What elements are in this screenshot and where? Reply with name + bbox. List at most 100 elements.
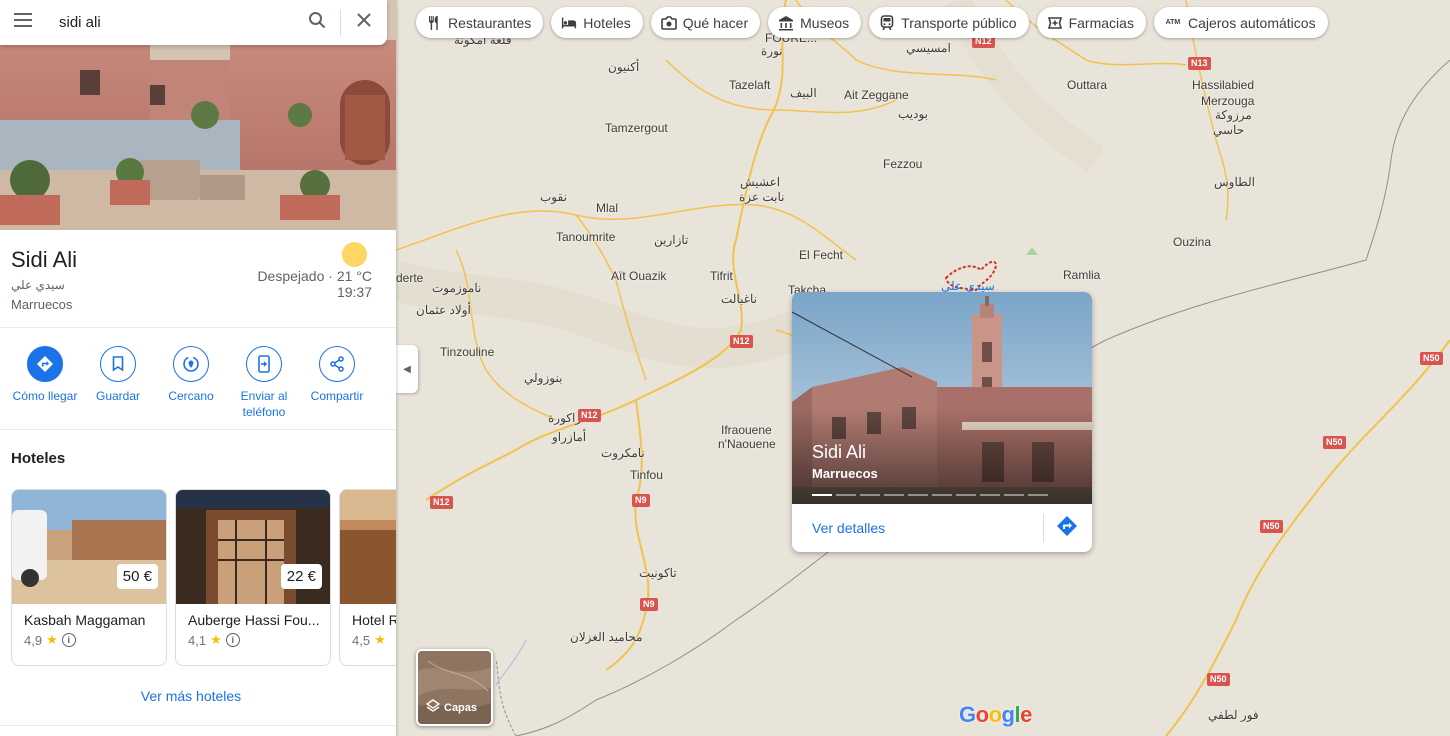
send-to-phone-action-button[interactable]: Enviar al teléfono bbox=[227, 346, 301, 420]
map-place[interactable]: Tamzergout bbox=[605, 121, 668, 135]
chip-label: Farmacias bbox=[1068, 14, 1134, 31]
map-place[interactable]: Hassilabied bbox=[1192, 78, 1254, 92]
map-place[interactable]: نابت عزة bbox=[739, 190, 785, 204]
hotel-rating: 4,1 bbox=[188, 632, 207, 648]
directions-action-button[interactable]: Cómo llegar bbox=[8, 346, 82, 404]
road-shield: N50 bbox=[1323, 436, 1346, 449]
collapse-panel-button[interactable]: ◀ bbox=[396, 345, 418, 393]
chip-atms[interactable]: ATM Cajeros automáticos bbox=[1153, 7, 1328, 38]
action-label: Guardar bbox=[95, 389, 141, 403]
road-shield: N50 bbox=[1207, 673, 1230, 686]
map-place[interactable]: فور لطفي bbox=[1208, 708, 1259, 722]
see-details-link[interactable]: Ver detalles bbox=[812, 520, 885, 536]
map-place[interactable]: derte bbox=[396, 271, 423, 285]
hotel-rating: 4,5 bbox=[352, 632, 371, 648]
map-place[interactable]: Aït Ouazik bbox=[611, 269, 666, 283]
place-preview-card[interactable]: Sidi Ali Marruecos Ver detalles bbox=[792, 292, 1092, 552]
directions-icon[interactable] bbox=[1056, 515, 1078, 542]
map-place[interactable]: بوديب bbox=[898, 107, 928, 121]
chip-things-to-do[interactable]: Qué hacer bbox=[650, 7, 761, 38]
map-place[interactable]: تازارين bbox=[654, 233, 688, 247]
camera-icon bbox=[660, 15, 677, 31]
map-place[interactable]: الطاوس bbox=[1214, 175, 1255, 189]
hamburger-menu-icon bbox=[13, 13, 33, 32]
map-place[interactable]: حاسي bbox=[1213, 123, 1244, 137]
map-place[interactable]: Tifrit bbox=[710, 269, 733, 283]
popup-footer: Ver detalles bbox=[792, 504, 1092, 552]
search-icon bbox=[308, 11, 326, 34]
map-place[interactable]: Merzouga bbox=[1201, 94, 1254, 108]
map-place[interactable]: أولاد عثمان bbox=[416, 303, 471, 317]
more-hotels-link[interactable]: Ver más hoteles bbox=[0, 688, 382, 704]
map-place[interactable]: Tanoumrite bbox=[556, 230, 615, 244]
search-button[interactable] bbox=[294, 0, 340, 45]
search-input[interactable] bbox=[59, 14, 279, 31]
map-place[interactable]: Ifraouene bbox=[721, 423, 772, 437]
info-icon[interactable]: i bbox=[61, 633, 76, 647]
map-place[interactable]: ناموزموت bbox=[432, 281, 481, 295]
map-place[interactable]: Tazelaft bbox=[729, 78, 770, 92]
map-place[interactable]: اعشيش bbox=[740, 175, 780, 189]
nearby-action-button[interactable]: Cercano bbox=[154, 346, 228, 404]
map-place[interactable]: Ait Zeggane bbox=[844, 88, 909, 102]
save-action-button[interactable]: Guardar bbox=[81, 346, 155, 404]
clear-search-button[interactable] bbox=[341, 0, 387, 45]
map-place[interactable]: Outtara bbox=[1067, 78, 1107, 92]
action-label: Cercano bbox=[168, 389, 214, 403]
chip-museums[interactable]: Museos bbox=[768, 7, 862, 38]
layers-button[interactable]: Capas bbox=[416, 649, 493, 726]
map-place[interactable]: Tinfou bbox=[630, 468, 663, 482]
hotel-rating-row: 4,5 ★ bbox=[352, 632, 386, 648]
hotel-rating-row: 4,1 ★ i bbox=[188, 632, 240, 648]
place-country: Marruecos bbox=[11, 297, 73, 312]
info-icon[interactable]: i bbox=[225, 633, 240, 647]
send-to-phone-icon bbox=[246, 346, 282, 382]
share-icon bbox=[319, 346, 355, 382]
map-place[interactable]: البيف bbox=[790, 86, 817, 100]
map-place[interactable]: تاكونيت bbox=[639, 566, 677, 580]
layers-label: Capas bbox=[444, 701, 478, 714]
map-place[interactable]: نامكروت bbox=[601, 446, 645, 460]
chip-transit[interactable]: Transporte público bbox=[869, 7, 1029, 38]
maps-app: أكنيون قلعة أمكونة Tazelaft البيف Ait Ze… bbox=[0, 0, 1450, 736]
map-place[interactable]: محاميد الغزلان bbox=[570, 630, 643, 644]
map-place[interactable]: ناغبالت bbox=[721, 292, 757, 306]
hotel-card[interactable]: 22 € Auberge Hassi Fou... 4,1 ★ i bbox=[175, 489, 331, 666]
weather-info: Despejado · 21 °C 19:37 bbox=[257, 268, 372, 300]
map-place[interactable]: Ramlia bbox=[1063, 268, 1100, 282]
directions-icon bbox=[27, 346, 63, 382]
chip-label: Transporte público bbox=[901, 14, 1017, 31]
map-place[interactable]: امسيسي bbox=[906, 41, 951, 55]
selected-place-label[interactable]: سيدي علي bbox=[941, 279, 995, 293]
action-label: Enviar al teléfono bbox=[240, 389, 288, 419]
chip-pharmacies[interactable]: Farmacias bbox=[1036, 7, 1146, 38]
menu-button[interactable] bbox=[0, 13, 46, 32]
chevron-left-icon: ◀ bbox=[403, 363, 411, 375]
map-place[interactable]: نورة bbox=[761, 44, 783, 58]
bookmark-icon bbox=[100, 346, 136, 382]
map-place[interactable]: El Fecht bbox=[799, 248, 843, 262]
map-place[interactable]: مرزوكة bbox=[1215, 108, 1252, 122]
chip-label: Hoteles bbox=[583, 14, 631, 31]
map-place[interactable]: نقوب bbox=[540, 190, 567, 204]
map-place[interactable]: أمازراو bbox=[552, 430, 586, 444]
search-box bbox=[0, 0, 387, 45]
hotel-card[interactable]: 50 € Kasbah Maggaman 4,9 ★ i bbox=[11, 489, 167, 666]
weather-text: Despejado · 21 °C bbox=[257, 268, 372, 284]
map-place[interactable]: بنوزولي bbox=[524, 371, 562, 385]
pharmacy-icon bbox=[1047, 15, 1063, 31]
map-place[interactable]: Tinzouline bbox=[440, 345, 494, 359]
place-preview-photo[interactable]: Sidi Ali Marruecos bbox=[792, 292, 1092, 504]
hotel-photo bbox=[340, 490, 396, 604]
chip-restaurants[interactable]: Restaurantes bbox=[416, 7, 544, 38]
map-place[interactable]: Fezzou bbox=[883, 157, 922, 171]
map-place[interactable]: Mlal bbox=[596, 201, 618, 215]
sun-weather-icon bbox=[342, 242, 367, 267]
map-place[interactable]: زاكورة bbox=[548, 411, 581, 425]
share-action-button[interactable]: Compartir bbox=[300, 346, 374, 404]
map-place[interactable]: n'Naouene bbox=[718, 437, 776, 451]
hotel-card[interactable]: Hotel R 4,5 ★ bbox=[339, 489, 396, 666]
map-place[interactable]: أكنيون bbox=[608, 60, 639, 74]
chip-hotels[interactable]: Hoteles bbox=[551, 7, 643, 38]
map-place[interactable]: Ouzina bbox=[1173, 235, 1211, 249]
